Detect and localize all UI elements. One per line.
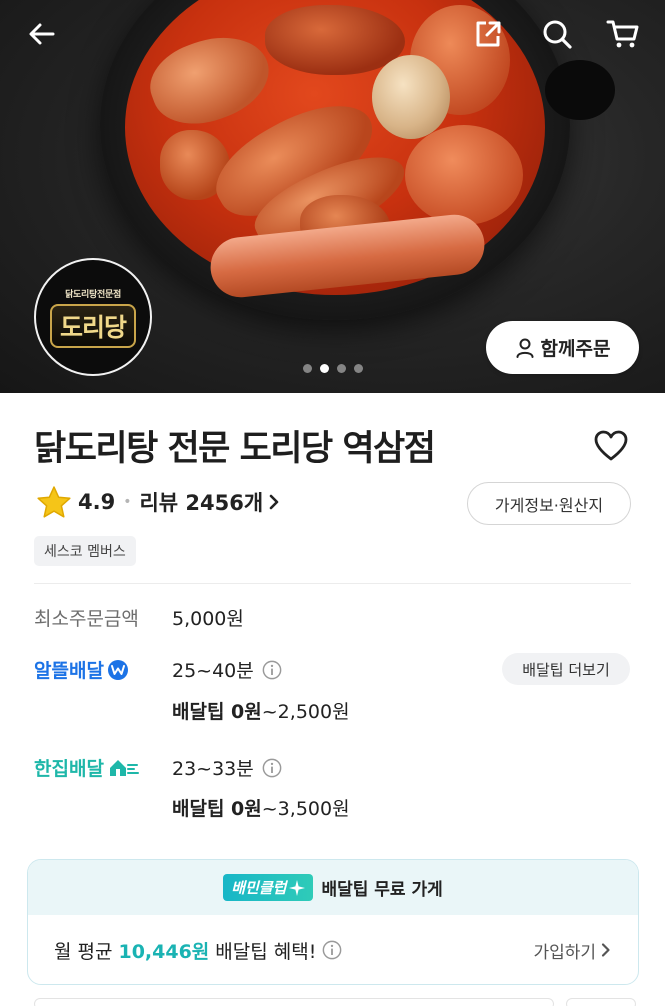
favorite-button[interactable] [591,426,631,466]
info-icon[interactable] [262,660,282,680]
hanjip-tip-bold: 배달팁 0원 [172,798,262,820]
min-order-label: 최소주문금액 [34,608,139,630]
baemin-club-banner[interactable]: 배민클럽 배달팁 무료 가게 월 평균 10,446원 배달팁 혜택! 가입하기 [27,859,639,985]
carousel-indicator [0,364,665,373]
baemin-club-badge: 배민클럽 [223,874,314,901]
review-link[interactable]: 리뷰 2456개 [139,487,281,517]
rating-value: 4.9 [78,490,116,514]
hanjip-brand-label: 한집배달 [34,758,104,780]
alddle-time: 25~40분 [172,660,254,682]
club-join-label: 가입하기 [533,942,596,963]
hanjip-delivery-brand: 한집배달 [34,754,141,781]
carousel-dot[interactable] [336,364,346,373]
club-banner-body: 월 평균 10,446원 배달팁 혜택! 가입하기 [28,915,638,984]
star-icon [37,486,71,518]
club-avg-suffix: 배달팁 혜택! [215,940,317,963]
club-banner-header: 배민클럽 배달팁 무료 가게 [28,860,638,915]
chevron-right-icon [269,494,279,510]
alddle-w-icon [107,659,128,680]
search-button[interactable] [537,14,577,54]
club-badge-label: 배민클럽 [231,879,287,897]
alddle-tip: 배달팁 0원~2,500원 [172,697,350,724]
club-avg-prefix: 월 평균 [54,940,113,963]
hanjip-house-icon [109,759,139,776]
heart-icon [594,430,628,461]
info-icon[interactable] [322,940,342,960]
chevron-right-icon [601,943,610,957]
store-name: 닭도리탕 전문 도리당 역삼점 [34,429,436,469]
rating-row: 4.9 • 리뷰 2456개 [36,484,281,520]
min-order-value: 5,000원 [172,608,244,630]
club-avg-amount: 10,446원 [118,940,210,963]
logo-subtitle: 닭도리탕전문점 [65,289,121,300]
hero-image: 닭도리탕전문점 도리당 함께주문 [0,0,665,393]
separator-dot: • [123,494,132,510]
share-button[interactable] [468,14,508,54]
person-icon [516,338,534,358]
next-section-card [566,998,636,1006]
group-order-label: 함께주문 [540,338,611,360]
cart-button[interactable] [603,14,643,54]
delivery-tip-more-button[interactable]: 배달팁 더보기 [502,653,630,685]
alddle-tip-range: ~2,500원 [261,701,350,723]
review-count: 리뷰 2456개 [139,491,264,515]
club-join-button[interactable]: 가입하기 [533,938,612,963]
carousel-dot-active[interactable] [319,364,329,373]
info-icon[interactable] [262,758,282,778]
club-benefit-text: 월 평균 10,446원 배달팁 혜택! [54,937,342,964]
search-icon [543,20,572,49]
alddle-brand-label: 알뜰배달 [34,660,104,682]
divider [34,583,631,584]
next-section-card [34,998,554,1006]
carousel-dot[interactable] [353,364,363,373]
hanjip-time-row: 23~33분 [172,754,282,781]
alddle-delivery-brand: 알뜰배달 [34,656,129,683]
store-info-button[interactable]: 가게정보·원산지 [467,482,631,525]
hanjip-time: 23~33분 [172,758,254,780]
alddle-time-row: 25~40분 [172,656,282,683]
logo-title: 도리당 [49,303,136,348]
cart-icon [606,20,639,48]
back-button[interactable] [22,14,62,54]
club-headline: 배달팁 무료 가게 [321,880,443,900]
sparkle-icon [289,879,306,896]
hanjip-tip: 배달팁 0원~3,500원 [172,794,350,821]
cesco-member-badge: 세스코 멤버스 [34,536,136,566]
alddle-tip-bold: 배달팁 0원 [172,701,262,723]
carousel-dot[interactable] [302,364,312,373]
store-logo: 닭도리탕전문점 도리당 [34,258,152,376]
hanjip-tip-range: ~3,500원 [261,798,350,820]
share-icon [476,21,501,47]
back-arrow-icon [29,23,55,45]
